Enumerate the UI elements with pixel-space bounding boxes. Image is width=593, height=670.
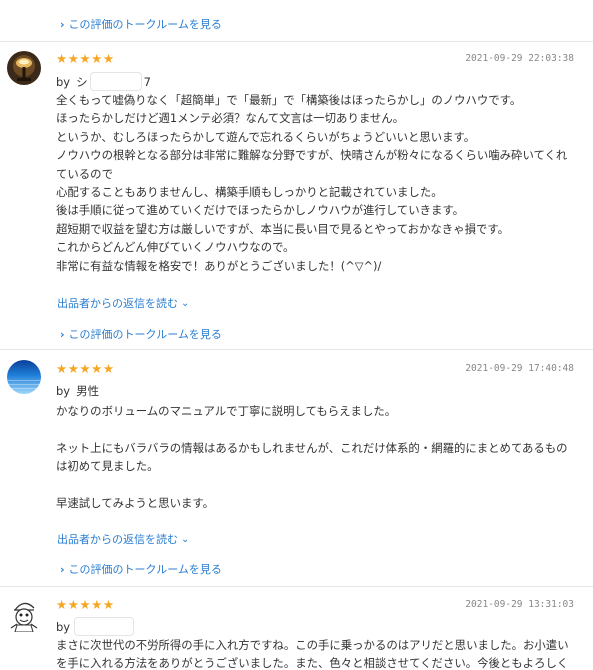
review-body: 全くもって嘘偽りなく「超簡単」で「最新」で「構築後はほったらかし」のノウハウです… — [56, 91, 586, 275]
review-line: ノウハウの根幹となる部分は非常に難解な分野ですが、快晴さんが粉々になるくらい噛み… — [56, 148, 568, 163]
review-author: by — [56, 617, 136, 636]
review-line: 全くもって嘘偽りなく「超簡単」で「最新」で「構築後はほったらかし」のノウハウです… — [56, 93, 522, 107]
talkroom-link-label: この評価のトークルームを見る — [68, 18, 222, 31]
talkroom-link[interactable]: › この評価のトークルームを見る — [60, 326, 222, 342]
review-line: 超短期で収益を望む方は厳しいですが、本当に長い目で見るとやっておかなきゃ損です。 — [56, 221, 510, 236]
review-line: 早速試してみようと思います。 — [56, 496, 214, 510]
review-author: by 男性 — [56, 383, 99, 399]
talkroom-link-label: この評価のトークルームを見る — [68, 328, 222, 341]
chevron-right-icon: › — [60, 562, 65, 576]
review-line: まさに次世代の不労所得の手に入れ方ですね。この手に乗っかるのはアリだと思いました… — [56, 638, 569, 652]
reply-link-label: 出品者からの返信を読む — [57, 297, 178, 310]
cartoon-character-avatar[interactable] — [7, 598, 41, 632]
chevron-down-icon: ⌄ — [181, 297, 190, 309]
star-rating: ★★★★★ — [56, 597, 115, 612]
review-body: かなりのボリュームのマニュアルで丁寧に説明してもらえました。 ネット上にもバラバ… — [56, 402, 586, 512]
review-line: 心配することもありませんし、構築手順もしっかりと記載されていました。 — [56, 185, 443, 200]
review-line-blank — [56, 476, 586, 494]
seller-reply-link[interactable]: 出品者からの返信を読む ⌄ — [57, 531, 189, 547]
by-label: by — [56, 619, 71, 634]
review-date: 2021-09-29 22:03:38 — [465, 53, 574, 64]
review-line: というか、むしろほったらかして遊んで忘れるくらいがちょうどいいと思います。 — [56, 129, 476, 144]
review-line: は初めて見ました。 — [56, 459, 159, 474]
review-line: ているので — [56, 166, 113, 181]
by-label: by — [56, 384, 71, 398]
divider — [0, 586, 593, 587]
talkroom-link[interactable]: › この評価のトークルームを見る — [60, 561, 222, 577]
author-name-suffix: 7 — [143, 74, 151, 89]
chevron-right-icon: › — [60, 327, 65, 341]
divider — [0, 349, 593, 350]
star-rating: ★★★★★ — [56, 361, 115, 376]
review-body: まさに次世代の不労所得の手に入れ方ですね。この手に乗っかるのはアリだと思いました… — [56, 636, 586, 670]
seller-reply-link[interactable]: 出品者からの返信を読む ⌄ — [57, 295, 189, 311]
review-line: かなりのボリュームのマニュアルで丁寧に説明してもらえました。 — [56, 404, 397, 418]
review-line: を手に入れる方法をありがとうございました。また、色々と相談させてください。今後と… — [56, 656, 569, 670]
reply-link-label: 出品者からの返信を読む — [57, 533, 178, 546]
author-name: 男性 — [76, 384, 100, 398]
by-label: by — [56, 74, 71, 89]
review-line: ほったらかしだけど週1メンテ必須？なんて文言は一切ありません。 — [56, 111, 405, 126]
redacted-name-mask — [89, 72, 142, 91]
chevron-down-icon: ⌄ — [181, 533, 190, 545]
review-author: by シ 7 — [56, 72, 151, 91]
review-line: 非常に有益な情報を格安で！ありがとうございました！(^▽^)/ — [56, 258, 382, 273]
lamp-photo-avatar[interactable] — [7, 51, 41, 85]
star-rating: ★★★★★ — [56, 51, 115, 66]
review-line-blank — [56, 420, 586, 438]
talkroom-link[interactable]: › この評価のトークルームを見る — [60, 16, 222, 32]
blue-gradient-avatar[interactable] — [7, 360, 41, 394]
review-line: これからどんどん伸びていくノウハウなので。 — [56, 240, 295, 255]
talkroom-link-label: この評価のトークルームを見る — [68, 563, 222, 576]
redacted-name-mask — [74, 617, 135, 636]
author-name: シ — [76, 74, 88, 89]
review-date: 2021-09-29 17:40:48 — [465, 363, 574, 374]
review-date: 2021-09-29 13:31:03 — [465, 599, 574, 610]
review-line: 後は手順に従って進めていくだけでほったらかしノウハウが進行していきます。 — [56, 203, 465, 218]
review-line: ネット上にもバラバラの情報はあるかもしれませんが、これだけ体系的・網羅的にまとめ… — [56, 440, 568, 455]
divider — [0, 41, 593, 42]
chevron-right-icon: › — [60, 17, 65, 31]
